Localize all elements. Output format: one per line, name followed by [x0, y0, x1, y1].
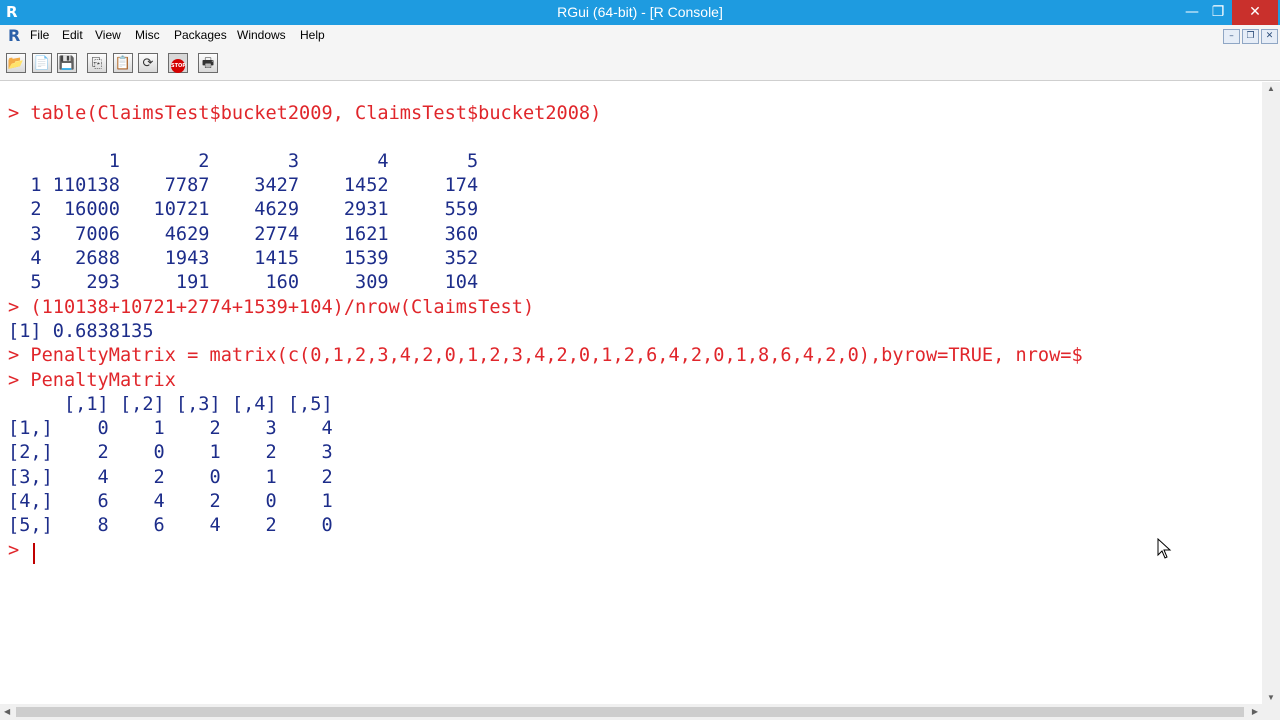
- toolbar: 📂 📄 💾 ⎘ 📋 ⟳ STOP 🖶: [0, 46, 1280, 81]
- scroll-left-icon[interactable]: ◀: [4, 707, 10, 716]
- console-minimize-button[interactable]: –: [1223, 29, 1240, 44]
- maximize-button[interactable]: ❐: [1201, 0, 1235, 25]
- console-line: 1 110138 7787 3427 1452 174: [8, 175, 479, 196]
- print-icon[interactable]: 🖶: [198, 53, 218, 73]
- menu-windows[interactable]: Windows: [237, 28, 286, 42]
- menu-misc[interactable]: Misc: [135, 28, 160, 42]
- horizontal-scroll-thumb[interactable]: [16, 707, 1244, 717]
- load-workspace-icon[interactable]: 📄: [32, 53, 52, 73]
- console-prompt[interactable]: >: [8, 541, 30, 561]
- console-line: [2,] 2 0 1 2 3: [8, 442, 333, 463]
- scroll-down-icon[interactable]: ▼: [1267, 693, 1275, 702]
- scroll-right-icon[interactable]: ▶: [1252, 707, 1258, 716]
- console-line: [3,] 4 2 0 1 2: [8, 467, 333, 488]
- mouse-pointer-icon: [1157, 538, 1172, 559]
- scroll-up-icon[interactable]: ▲: [1267, 84, 1275, 93]
- r-logo-icon[interactable]: R: [8, 26, 20, 45]
- menu-help[interactable]: Help: [300, 28, 325, 42]
- paste-icon[interactable]: 📋: [113, 53, 133, 73]
- open-script-icon[interactable]: 📂: [6, 53, 26, 73]
- stop-icon: STOP: [171, 59, 186, 73]
- console-line: > (110138+10721+2774+1539+104)/nrow(Clai…: [8, 297, 535, 318]
- console-close-button[interactable]: ✕: [1261, 29, 1278, 44]
- save-workspace-icon[interactable]: 💾: [57, 53, 77, 73]
- console-line: 4 2688 1943 1415 1539 352: [8, 248, 479, 269]
- console-line: 1 2 3 4 5: [8, 151, 479, 172]
- menu-packages[interactable]: Packages: [174, 28, 227, 42]
- console-line: [4,] 6 4 2 0 1: [8, 491, 333, 512]
- menu-view[interactable]: View: [95, 28, 121, 42]
- horizontal-scrollbar[interactable]: ◀ ▶: [0, 704, 1262, 720]
- r-console[interactable]: > table(ClaimsTest$bucket2009, ClaimsTes…: [0, 82, 1262, 704]
- window-title: RGui (64-bit) - [R Console]: [557, 4, 723, 20]
- console-line: [1] 0.6838135: [8, 321, 154, 342]
- vertical-scrollbar[interactable]: ▲ ▼: [1262, 82, 1280, 704]
- copy-icon[interactable]: ⎘: [87, 53, 107, 73]
- console-restore-button[interactable]: ❐: [1242, 29, 1259, 44]
- console-line: [,1] [,2] [,3] [,4] [,5]: [8, 394, 333, 415]
- title-bar: R RGui (64-bit) - [R Console] — ❐ ✕: [0, 0, 1280, 25]
- menu-edit[interactable]: Edit: [62, 28, 83, 42]
- console-line: > PenaltyMatrix: [8, 370, 176, 391]
- text-caret: [33, 543, 35, 564]
- close-button[interactable]: ✕: [1232, 0, 1278, 25]
- menu-bar: R File Edit View Misc Packages Windows H…: [0, 25, 1280, 46]
- console-line: [1,] 0 1 2 3 4: [8, 418, 333, 439]
- scrollbar-corner: [1262, 704, 1280, 720]
- copy-paste-icon[interactable]: ⟳: [138, 53, 158, 73]
- stop-button[interactable]: STOP: [168, 53, 188, 73]
- console-line: 5 293 191 160 309 104: [8, 272, 479, 293]
- console-line: > table(ClaimsTest$bucket2009, ClaimsTes…: [8, 103, 602, 124]
- console-line: > PenaltyMatrix = matrix(c(0,1,2,3,4,2,0…: [8, 345, 1083, 366]
- menu-file[interactable]: File: [30, 28, 49, 42]
- console-line: 3 7006 4629 2774 1621 360: [8, 224, 479, 245]
- console-line: [5,] 8 6 4 2 0: [8, 515, 333, 536]
- console-line: 2 16000 10721 4629 2931 559: [8, 199, 479, 220]
